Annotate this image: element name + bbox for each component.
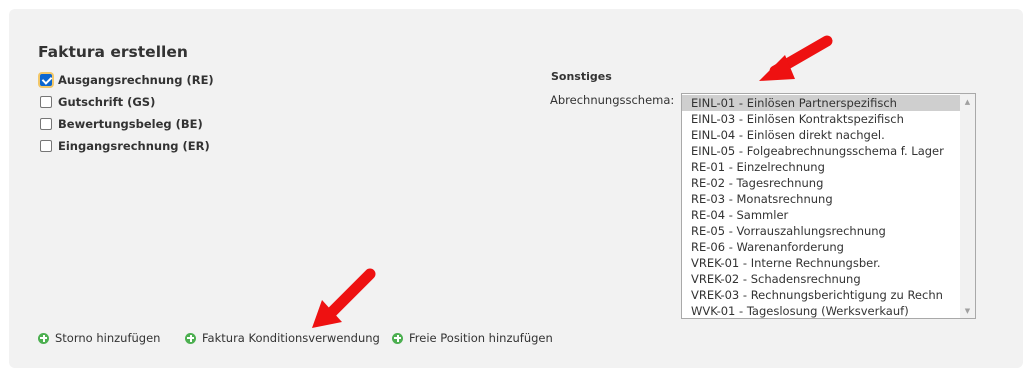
- freie-position-hinzufuegen-link[interactable]: Freie Position hinzufügen: [392, 330, 553, 346]
- scroll-down-icon[interactable]: ▼: [960, 303, 975, 318]
- listbox-option[interactable]: WVK-01 - Tageslosung (Werksverkauf): [682, 303, 960, 318]
- checkbox-eingangsrechnung[interactable]: Eingangsrechnung (ER): [40, 138, 210, 154]
- listbox-option[interactable]: VREK-03 - Rechnungsberichtigung zu Rechn: [682, 287, 960, 303]
- listbox-option[interactable]: RE-02 - Tagesrechnung: [682, 175, 960, 191]
- checkbox-box[interactable]: [40, 140, 52, 152]
- checkbox-box[interactable]: [40, 118, 52, 130]
- plus-circle-icon: [38, 332, 49, 344]
- listbox-option[interactable]: RE-05 - Vorrauszahlungsrechnung: [682, 223, 960, 239]
- checkbox-label: Gutschrift (GS): [58, 95, 156, 109]
- checkbox-box[interactable]: [40, 74, 52, 86]
- checkbox-gutschrift[interactable]: Gutschrift (GS): [40, 94, 155, 110]
- listbox-option[interactable]: RE-01 - Einzelrechnung: [682, 159, 960, 175]
- listbox-option[interactable]: VREK-01 - Interne Rechnungsber.: [682, 255, 960, 271]
- abrechnungsschema-listbox[interactable]: EINL-01 - Einlösen Partnerspezifisch EIN…: [681, 93, 976, 319]
- storno-hinzufuegen-link[interactable]: Storno hinzufügen: [38, 330, 160, 346]
- listbox-option[interactable]: EINL-04 - Einlösen direkt nachgel.: [682, 127, 960, 143]
- plus-circle-icon: [392, 332, 403, 344]
- action-label: Freie Position hinzufügen: [409, 331, 553, 345]
- listbox-option[interactable]: EINL-01 - Einlösen Partnerspezifisch: [682, 95, 960, 111]
- listbox-option[interactable]: EINL-03 - Einlösen Kontraktspezifisch: [682, 111, 960, 127]
- panel-title: Faktura erstellen: [38, 43, 188, 61]
- scroll-up-icon[interactable]: ▲: [960, 94, 975, 109]
- checkbox-label: Ausgangsrechnung (RE): [58, 73, 214, 87]
- listbox-option[interactable]: RE-06 - Warenanforderung: [682, 239, 960, 255]
- annotation-arrow-icon: [759, 35, 833, 81]
- faktura-konditionsverwendung-link[interactable]: Faktura Konditionsverwendung: [185, 330, 380, 346]
- checkbox-ausgangsrechnung[interactable]: Ausgangsrechnung (RE): [40, 72, 214, 88]
- listbox-scrollbar[interactable]: ▲ ▼: [960, 94, 975, 318]
- sonstiges-heading: Sonstiges: [551, 70, 612, 83]
- annotation-arrow-icon: [312, 268, 376, 328]
- listbox-option[interactable]: VREK-02 - Schadensrechnung: [682, 271, 960, 287]
- checkbox-bewertungsbeleg[interactable]: Bewertungsbeleg (BE): [40, 116, 203, 132]
- listbox-option[interactable]: RE-03 - Monatsrechnung: [682, 191, 960, 207]
- checkbox-box[interactable]: [40, 96, 52, 108]
- checkbox-label: Bewertungsbeleg (BE): [58, 117, 203, 131]
- listbox-option[interactable]: EINL-05 - Folgeabrechnungsschema f. Lage…: [682, 143, 960, 159]
- abrechnungsschema-label: Abrechnungsschema:: [550, 93, 675, 107]
- action-label: Faktura Konditionsverwendung: [202, 331, 380, 345]
- checkbox-label: Eingangsrechnung (ER): [58, 139, 210, 153]
- action-label: Storno hinzufügen: [55, 331, 161, 345]
- plus-circle-icon: [185, 332, 196, 344]
- listbox-option[interactable]: RE-04 - Sammler: [682, 207, 960, 223]
